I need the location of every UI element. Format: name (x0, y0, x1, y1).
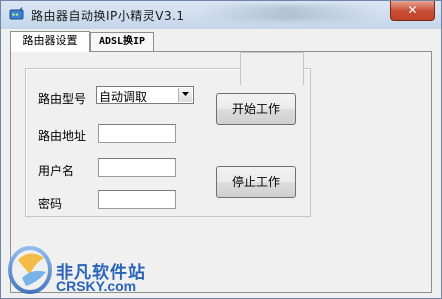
router-model-value: 自动调取 (99, 90, 148, 104)
stop-button[interactable]: 停止工作 (216, 166, 296, 198)
username-field[interactable] (98, 158, 176, 177)
password-label: 密码 (38, 197, 63, 211)
groupbox-notch (240, 52, 304, 85)
router-model-label: 路由型号 (38, 92, 87, 106)
close-icon: ✕ (407, 3, 418, 17)
watermark-text-en: CRSKY.com (56, 278, 137, 294)
router-address-label: 路由地址 (38, 129, 87, 143)
tab-adsl-label: ADSL换IP (98, 36, 146, 47)
close-button[interactable]: ✕ (390, 1, 435, 21)
title-bar[interactable]: 路由器自动换IP小精灵V3.1 ✕ (1, 1, 441, 29)
dropdown-button[interactable] (178, 88, 192, 102)
app-icon (9, 7, 24, 22)
tab-adsl[interactable]: ADSL换IP (90, 32, 154, 51)
title-bar-glass (201, 5, 376, 21)
router-model-select[interactable]: 自动调取 (96, 86, 194, 104)
chevron-down-icon (182, 92, 189, 96)
tab-router-settings-label: 路由器设置 (22, 34, 78, 47)
start-button[interactable]: 开始工作 (216, 93, 296, 125)
password-field[interactable] (98, 190, 176, 209)
tab-router-settings[interactable]: 路由器设置 (10, 31, 90, 52)
window-title: 路由器自动换IP小精灵V3.1 (31, 9, 185, 23)
username-label: 用户名 (38, 164, 75, 178)
router-address-field[interactable] (98, 124, 176, 143)
